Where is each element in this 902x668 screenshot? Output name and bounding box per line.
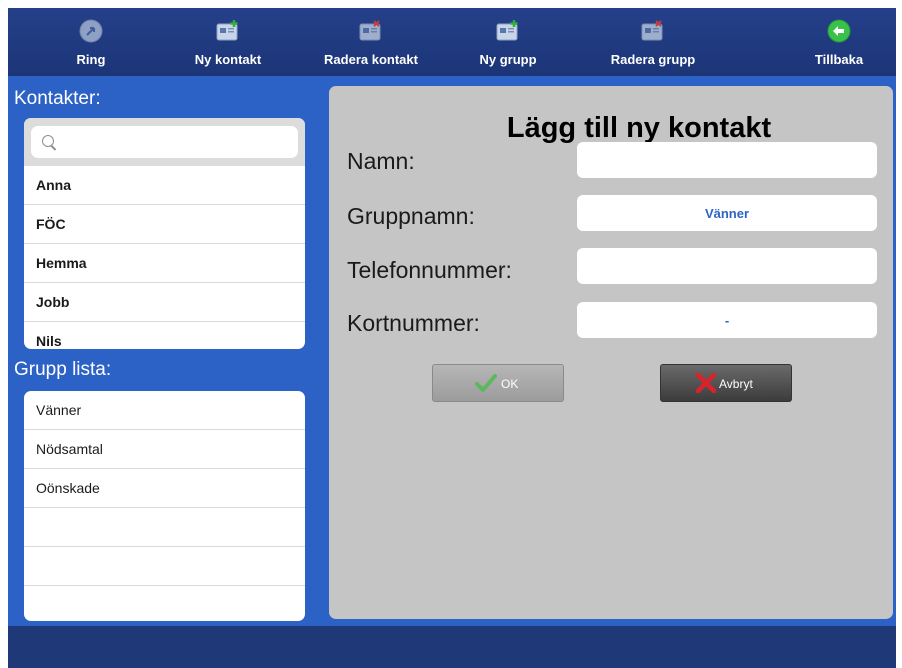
cancel-button[interactable]: Avbryt [660,364,792,402]
contacts-list: Anna FÖC Hemma Jobb Nils [24,118,305,349]
add-contact-form: Lägg till ny kontakt Namn: Gruppnamn: Te… [329,86,893,619]
checkmark-icon [475,374,497,392]
phone-field[interactable] [577,248,877,284]
delete-group-icon [641,20,663,41]
new-contact-button[interactable]: Ny kontakt [173,8,283,76]
delete-contact-icon [359,20,381,41]
new-group-button[interactable]: Ny grupp [453,8,563,76]
group-name-field[interactable] [577,195,877,231]
group-row-nodsamtal[interactable]: Nödsamtal [24,430,305,469]
new-contact-label: Ny kontakt [194,52,262,67]
main-area: Kontakter: Anna FÖC Hemma Jobb Nils Grup… [8,76,896,626]
contact-row-nils[interactable]: Nils [24,322,305,349]
add-contact-icon [216,20,238,41]
ok-button[interactable]: OK [432,364,564,402]
groups-heading: Grupp lista: [14,359,112,380]
group-row-empty [24,508,305,547]
back-arrow-icon [827,19,851,43]
group-name-label: Gruppnamn: [347,203,475,229]
search-bar [24,118,305,166]
ring-label: Ring [76,52,106,67]
contact-row-jobb[interactable]: Jobb [24,283,305,322]
group-row-empty [24,586,305,621]
search-input[interactable] [31,126,298,158]
contacts-heading: Kontakter: [14,88,101,109]
x-icon [695,373,717,393]
bottom-bar [8,626,896,668]
ring-button[interactable]: Ring [36,8,146,76]
cancel-label: Avbryt [719,377,753,391]
back-label: Tillbaka [814,52,864,67]
contact-row-hemma[interactable]: Hemma [24,244,305,283]
top-toolbar: Ring Ny kontakt Radera kontakt Ny grupp … [8,8,896,76]
groups-list: Vänner Nödsamtal Oönskade [24,391,305,621]
new-group-label: Ny grupp [479,52,537,67]
search-icon [42,135,54,147]
delete-group-button[interactable]: Radera grupp [598,8,708,76]
add-group-icon [496,20,518,41]
form-title: Lägg till ny kontakt [506,112,772,144]
delete-group-label: Radera grupp [610,52,696,67]
group-row-vanner[interactable]: Vänner [24,391,305,430]
delete-contact-button[interactable]: Radera kontakt [316,8,426,76]
contact-row-anna[interactable]: Anna [24,166,305,205]
phone-label: Telefonnummer: [347,257,512,283]
speed-dial-label: Kortnummer: [347,310,480,336]
back-button[interactable]: Tillbaka [784,8,894,76]
contact-row-foc[interactable]: FÖC [24,205,305,244]
phone-call-icon [79,19,103,43]
name-field[interactable] [577,142,877,178]
name-label: Namn: [347,148,415,174]
delete-contact-label: Radera kontakt [324,52,418,67]
ok-label: OK [501,377,519,391]
group-row-empty [24,547,305,586]
group-row-oonskade[interactable]: Oönskade [24,469,305,508]
speed-dial-field[interactable] [577,302,877,338]
